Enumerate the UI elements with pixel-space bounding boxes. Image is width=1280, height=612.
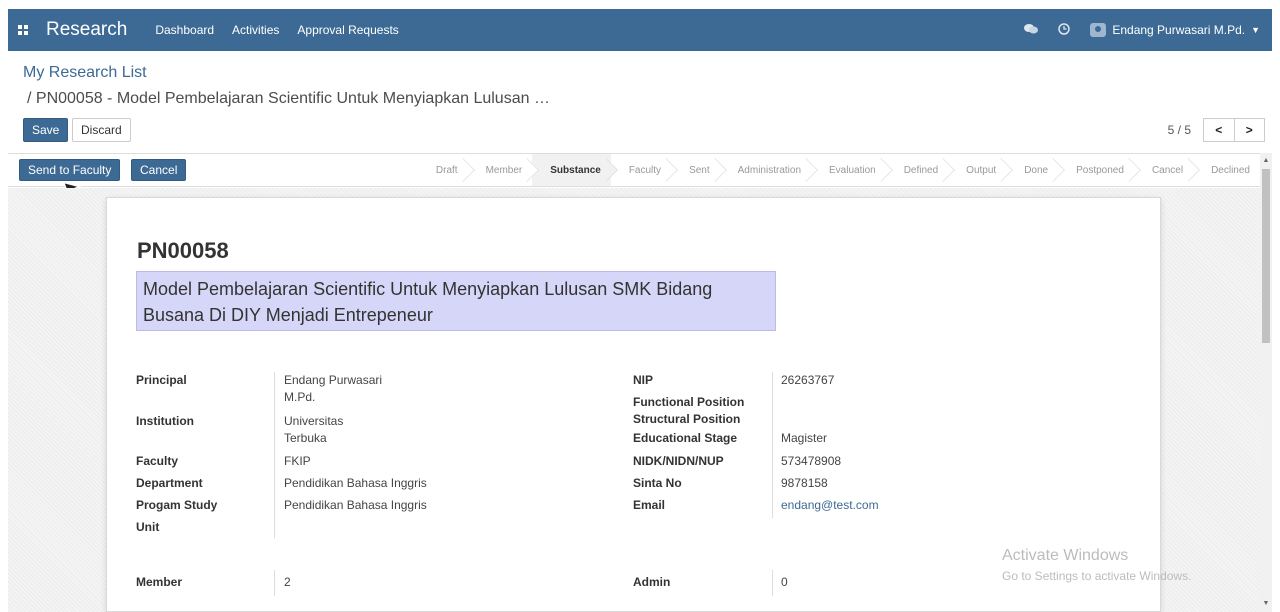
- cancel-button[interactable]: Cancel: [131, 159, 187, 181]
- structural-position-label: Structural Position: [633, 412, 741, 426]
- stage-defined[interactable]: Defined: [886, 154, 948, 186]
- stage-label: Faculty: [628, 164, 662, 176]
- educational-stage-value[interactable]: Magister: [781, 430, 827, 447]
- menu-approval-requests[interactable]: Approval Requests: [297, 23, 398, 37]
- institution-label: Institution: [136, 414, 194, 428]
- right-divider: [772, 372, 773, 518]
- principal-value[interactable]: Endang Purwasari M.Pd.: [284, 372, 382, 406]
- faculty-value[interactable]: FKIP: [284, 453, 311, 470]
- stage-evaluation[interactable]: Evaluation: [811, 154, 886, 186]
- admin-value[interactable]: 0: [781, 574, 788, 591]
- stage-label: Member: [485, 164, 523, 176]
- stage-declined[interactable]: Declined: [1193, 154, 1260, 186]
- institution-value-line-2: Terbuka: [284, 431, 327, 445]
- institution-value[interactable]: Universitas Terbuka: [284, 413, 343, 447]
- stage-label: Sent: [689, 164, 710, 176]
- stage-faculty[interactable]: Faculty: [611, 154, 671, 186]
- member-value[interactable]: 2: [284, 574, 291, 591]
- nidk-value[interactable]: 573478908: [781, 453, 841, 470]
- stage-label: Done: [1024, 164, 1049, 176]
- faculty-label: Faculty: [136, 454, 179, 468]
- nip-label: NIP: [633, 373, 654, 387]
- stage-substance[interactable]: Substance: [532, 154, 611, 186]
- left-divider: [274, 372, 275, 538]
- avatar-icon[interactable]: [1090, 23, 1107, 37]
- title-field[interactable]: Model Pembelajaran Scientific Untuk Meny…: [136, 271, 776, 331]
- record-code: PN00058: [137, 238, 229, 263]
- principal-value-line-1: Endang Purwasari: [284, 373, 383, 387]
- scroll-up-icon[interactable]: ▲: [1260, 155, 1272, 167]
- email-link[interactable]: endang@test.com: [781, 497, 879, 514]
- unit-label: Unit: [136, 520, 160, 534]
- stage-administration[interactable]: Administration: [720, 154, 811, 186]
- sinta-label: Sinta No: [633, 476, 682, 490]
- title-line-1: Model Pembelajaran Scientific Untuk Meny…: [143, 279, 713, 299]
- scroll-thumb[interactable]: [1262, 169, 1270, 343]
- department-label: Department: [136, 476, 203, 490]
- institution-value-line-1: Universitas: [284, 414, 344, 428]
- watermark-subtitle: Go to Settings to activate Windows.: [1002, 569, 1192, 583]
- chat-icon[interactable]: [1024, 23, 1039, 38]
- admin-divider: [772, 570, 773, 596]
- member-label: Member: [136, 575, 183, 589]
- member-divider: [274, 570, 275, 596]
- department-value[interactable]: Pendidikan Bahasa Inggris: [284, 475, 427, 492]
- admin-label: Admin: [633, 575, 671, 589]
- email-label: Email: [633, 498, 666, 512]
- stage-label: Postponed: [1076, 164, 1124, 176]
- stage-label: Output: [966, 164, 997, 176]
- save-button[interactable]: Save: [23, 118, 69, 142]
- user-name[interactable]: Endang Purwasari M.Pd.: [1112, 23, 1245, 37]
- scroll-down-icon[interactable]: ▼: [1260, 598, 1272, 610]
- pager-nav: < >: [1203, 118, 1265, 142]
- menu-activities[interactable]: Activities: [232, 23, 279, 37]
- user-area: Endang Purwasari M.Pd. ▼: [1024, 22, 1272, 38]
- top-navbar: Research Dashboard Activities Approval R…: [8, 9, 1272, 51]
- watermark-title: Activate Windows: [1002, 547, 1129, 564]
- pager-value: 5 / 5: [1167, 123, 1191, 137]
- functional-position-label: Functional Position: [633, 395, 745, 409]
- stage-label: Declined: [1211, 164, 1250, 176]
- title-line-2: Busana Di DIY Menjadi Entrepeneur: [143, 305, 433, 325]
- stage-sent[interactable]: Sent: [671, 154, 720, 186]
- stage-draft[interactable]: Draft: [418, 154, 468, 186]
- stage-label: Administration: [737, 164, 801, 176]
- nidk-label: NIDK/NIDN/NUP: [633, 454, 724, 468]
- discard-button[interactable]: Discard: [72, 118, 131, 142]
- clock-icon[interactable]: [1058, 22, 1071, 38]
- vertical-scrollbar[interactable]: ▲ ▼: [1260, 153, 1272, 612]
- status-bar: Send to Faculty Cancel Draft Member Substa…: [8, 153, 1260, 187]
- stage-output[interactable]: Output: [948, 154, 1006, 186]
- breadcrumb-current: / PN00058 - Model Pembelajaran Scientifi…: [27, 90, 550, 107]
- chevron-left-icon[interactable]: <: [1204, 119, 1235, 141]
- nip-value[interactable]: 26263767: [781, 372, 834, 389]
- pager: 5 / 5 < >: [1168, 118, 1265, 142]
- stage-pipeline: Draft Member Substance Faculty Sent Administr…: [418, 154, 1260, 186]
- principal-label: Principal: [136, 373, 187, 387]
- app-brand[interactable]: Research: [46, 19, 127, 41]
- sinta-value[interactable]: 9878158: [781, 475, 828, 492]
- stage-member[interactable]: Member: [468, 154, 533, 186]
- program-study-value[interactable]: Pendidikan Bahasa Inggris: [284, 497, 427, 514]
- stage-label: Defined: [903, 164, 939, 176]
- breadcrumb-parent[interactable]: My Research List: [23, 64, 147, 82]
- menu-dashboard[interactable]: Dashboard: [155, 23, 214, 37]
- principal-value-line-2: M.Pd.: [284, 390, 316, 404]
- stage-label: Cancel: [1151, 164, 1184, 176]
- stage-label: Draft: [435, 164, 458, 176]
- educational-stage-label: Educational Stage: [633, 431, 738, 445]
- stage-label: Substance: [550, 164, 601, 176]
- stage-label: Evaluation: [829, 164, 876, 176]
- stage-postponed[interactable]: Postponed: [1058, 154, 1134, 186]
- apps-icon[interactable]: [18, 25, 28, 35]
- chevron-right-icon[interactable]: >: [1235, 119, 1265, 141]
- caret-down-icon[interactable]: ▼: [1251, 25, 1260, 35]
- stage-done[interactable]: Done: [1006, 154, 1058, 186]
- stage-cancel[interactable]: Cancel: [1134, 154, 1193, 186]
- windows-watermark: Activate Windows Go to Settings to activ…: [1002, 547, 1191, 583]
- program-study-label: Progam Study: [136, 498, 218, 512]
